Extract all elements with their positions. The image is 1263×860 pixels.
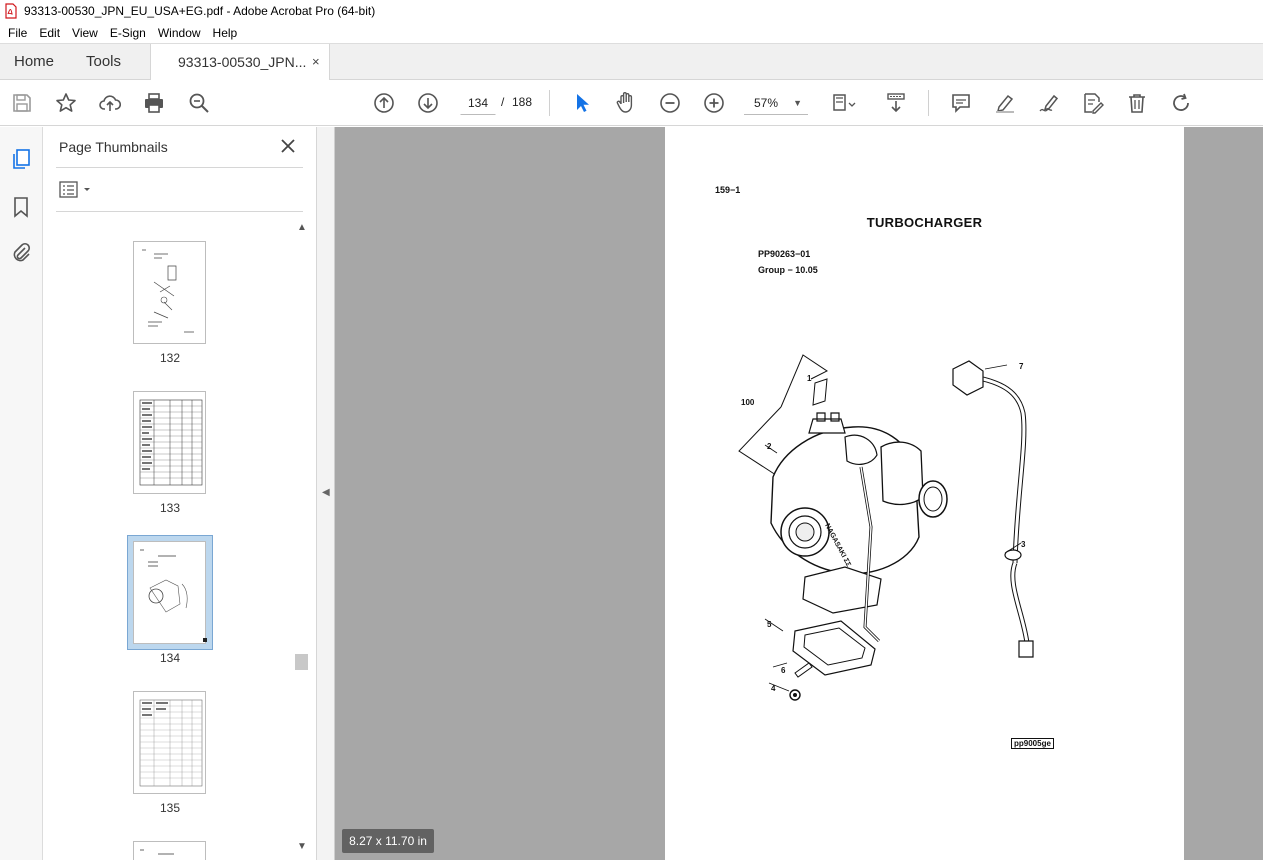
document-view[interactable]: 159−1 TURBOCHARGER PP90263−01 Group − 10… <box>335 127 1263 860</box>
callout-label: 1 <box>807 374 812 383</box>
page-thumbnail[interactable] <box>133 841 206 860</box>
page-size-indicator: 8.27 x 11.70 in <box>342 829 434 853</box>
chevron-down-icon: ▼ <box>793 98 802 108</box>
save-icon[interactable] <box>10 91 34 115</box>
title-bar: 93313-00530_JPN_EU_USA+EG.pdf - Adobe Ac… <box>0 0 1263 22</box>
print-icon[interactable] <box>142 91 166 115</box>
thumbnail-label: 133 <box>159 501 181 515</box>
select-cursor-icon[interactable] <box>570 91 594 115</box>
toolbar: / 188 57% ▼ <box>0 80 1263 126</box>
acrobat-pdf-icon <box>5 3 17 19</box>
zoom-level-value: 57% <box>754 96 779 110</box>
comment-icon[interactable] <box>949 91 973 115</box>
tab-home[interactable]: Home <box>14 44 54 80</box>
thumbnail-preview <box>140 849 174 855</box>
group-number: Group − 10.05 <box>758 265 818 275</box>
page-thumbnail[interactable] <box>133 691 206 794</box>
page-thumbnails-panel: Page Thumbnails 132 133 134 135 ▲ ▼ <box>44 127 316 860</box>
highlight-pen-icon[interactable] <box>993 91 1017 115</box>
page-number-input[interactable] <box>460 91 496 115</box>
page-separator: / <box>501 95 505 109</box>
menu-view[interactable]: View <box>66 26 104 40</box>
pdf-page: 159−1 TURBOCHARGER PP90263−01 Group − 10… <box>665 127 1184 860</box>
page-heading: TURBOCHARGER <box>866 215 983 230</box>
toolbar-divider <box>928 90 929 116</box>
tab-document[interactable]: 93313-00530_JPN... × <box>150 44 330 81</box>
navigation-rail <box>0 127 43 860</box>
scrollbar-thumb[interactable] <box>295 654 308 670</box>
document-tab-label: 93313-00530_JPN... <box>178 54 307 70</box>
panel-divider <box>56 211 303 212</box>
fit-page-icon[interactable] <box>830 91 860 115</box>
hand-tool-icon[interactable] <box>614 91 638 115</box>
figure-code: pp9005ge <box>1011 738 1054 749</box>
zoom-in-icon[interactable] <box>702 91 726 115</box>
menu-window[interactable]: Window <box>152 26 207 40</box>
edit-pdf-icon[interactable] <box>1081 91 1105 115</box>
tab-tools[interactable]: Tools <box>86 44 121 80</box>
window-title: 93313-00530_JPN_EU_USA+EG.pdf - Adobe Ac… <box>24 4 376 18</box>
thumbnails-scrollbar[interactable]: ▲ ▼ <box>294 220 310 857</box>
menu-help[interactable]: Help <box>207 26 244 40</box>
thumbnail-preview <box>139 399 203 486</box>
callout-label: 4 <box>771 684 776 693</box>
delete-icon[interactable] <box>1125 91 1149 115</box>
bookmark-star-icon[interactable] <box>54 91 78 115</box>
page-thumbnail[interactable] <box>133 391 206 494</box>
callout-label: 6 <box>781 666 786 675</box>
page-reference: 159−1 <box>715 185 741 195</box>
callout-label: 3 <box>1021 540 1026 549</box>
menu-esign[interactable]: E-Sign <box>104 26 152 40</box>
previous-page-icon[interactable] <box>372 91 396 115</box>
close-tab-icon[interactable]: × <box>312 44 320 80</box>
callout-label: 7 <box>1019 362 1024 371</box>
sign-icon[interactable] <box>1037 91 1061 115</box>
panel-title: Page Thumbnails <box>59 139 168 155</box>
page-thumbnails-icon[interactable] <box>9 147 33 171</box>
thumbnail-label: 135 <box>159 801 181 815</box>
page-thumbnail[interactable] <box>133 241 206 344</box>
turbocharger-exploded-diagram: NAGASAKI ΣΣ 100 1 2 7 3 5 6 4 <box>738 354 1034 701</box>
thumbnail-label: 132 <box>159 351 181 365</box>
thumbnail-label: 134 <box>159 651 181 665</box>
scroll-up-icon[interactable]: ▲ <box>297 222 307 233</box>
callout-label: 100 <box>741 398 755 407</box>
find-zoom-icon[interactable] <box>187 91 211 115</box>
thumbnail-preview <box>142 249 194 333</box>
tab-bar: Home Tools 93313-00530_JPN... × <box>0 43 1263 81</box>
collapse-panel-icon[interactable]: ◀ <box>322 487 330 498</box>
menu-file[interactable]: File <box>2 26 33 40</box>
menu-edit[interactable]: Edit <box>33 26 66 40</box>
thumbnail-options-icon[interactable] <box>59 180 95 200</box>
callout-label: 5 <box>767 620 772 629</box>
part-number: PP90263−01 <box>758 249 811 259</box>
scroll-mode-icon[interactable] <box>884 91 908 115</box>
scroll-down-icon[interactable]: ▼ <box>297 841 307 852</box>
rotate-icon[interactable] <box>1169 91 1193 115</box>
upload-cloud-icon[interactable] <box>98 91 122 115</box>
total-pages: 188 <box>512 95 533 109</box>
bookmarks-icon[interactable] <box>9 195 33 219</box>
zoom-level-select[interactable]: 57% ▼ <box>744 91 808 115</box>
panel-splitter[interactable]: ◀ <box>316 127 335 860</box>
page-thumbnail[interactable] <box>133 541 207 644</box>
thumbnail-preview <box>140 549 207 642</box>
attachments-icon[interactable] <box>9 241 33 265</box>
thumbnail-preview <box>139 699 203 787</box>
panel-divider <box>56 167 303 168</box>
menu-bar: File Edit View E-Sign Window Help <box>0 22 1263 43</box>
callout-label: 2 <box>767 442 772 451</box>
toolbar-divider <box>549 90 550 116</box>
next-page-icon[interactable] <box>416 91 440 115</box>
zoom-out-icon[interactable] <box>658 91 682 115</box>
close-panel-icon[interactable] <box>278 136 298 156</box>
